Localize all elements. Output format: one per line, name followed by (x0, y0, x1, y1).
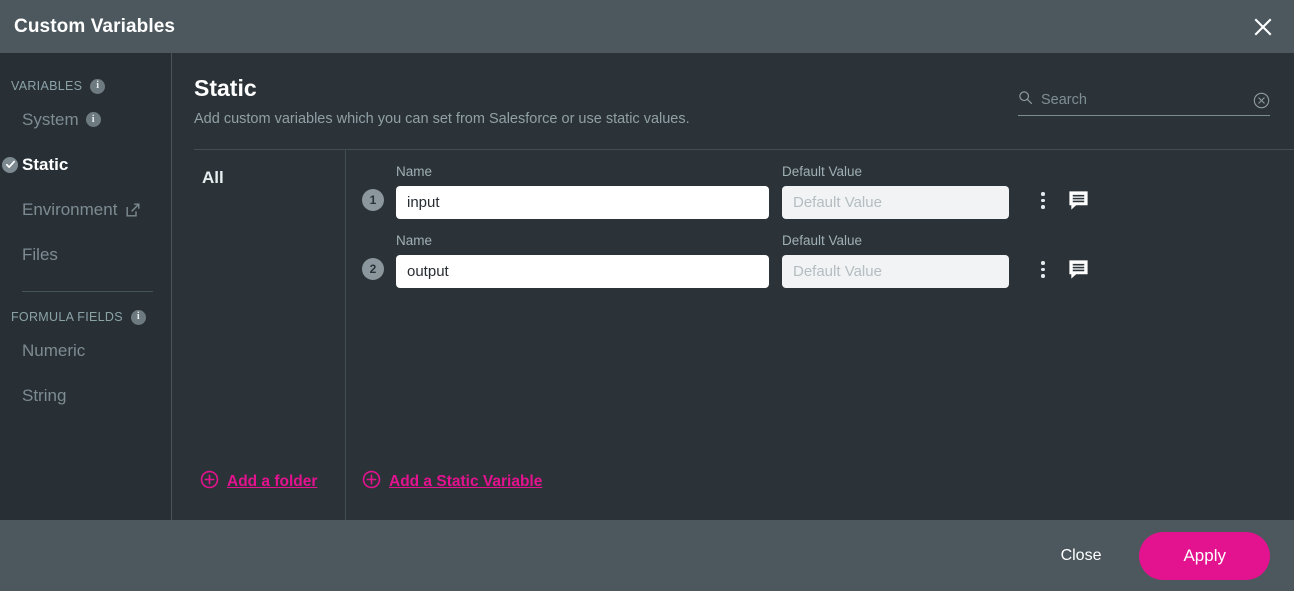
row-index-badge: 1 (362, 189, 384, 211)
add-static-variable-label: Add a Static Variable (389, 473, 542, 491)
name-field-group: Name (396, 233, 769, 288)
sidebar-group-formula-label: FORMULA FIELDS i (0, 306, 171, 328)
sidebar: VARIABLES i System i Static Environment (0, 53, 172, 520)
info-icon[interactable]: i (90, 79, 105, 94)
sidebar-group-formula-text: FORMULA FIELDS (11, 310, 123, 324)
dialog-title: Custom Variables (14, 16, 175, 38)
comment-icon[interactable] (1067, 189, 1090, 212)
sidebar-item-string[interactable]: String (0, 373, 171, 418)
row-index-badge: 2 (362, 258, 384, 280)
name-label: Name (396, 164, 769, 179)
folder-footer: Add a folder (194, 470, 345, 520)
plus-circle-icon (362, 470, 381, 494)
apply-button[interactable]: Apply (1139, 532, 1270, 580)
sidebar-item-files-label: Files (22, 245, 58, 265)
default-value-input[interactable] (782, 186, 1009, 219)
sidebar-group-variables-label: VARIABLES i (0, 75, 171, 97)
add-folder-button[interactable]: Add a folder (200, 470, 317, 494)
row-actions (1035, 258, 1090, 281)
sidebar-item-system-label: System (22, 110, 79, 130)
more-vertical-icon[interactable] (1035, 258, 1051, 281)
sidebar-item-environment-label: Environment (22, 200, 117, 220)
sidebar-item-numeric-label: Numeric (22, 341, 85, 361)
sidebar-item-numeric[interactable]: Numeric (0, 328, 171, 373)
dialog-footer: Close Apply (0, 520, 1294, 591)
info-icon[interactable]: i (86, 112, 101, 127)
search-input[interactable] (1041, 92, 1245, 108)
sidebar-group-variables-text: VARIABLES (11, 79, 82, 93)
more-vertical-icon[interactable] (1035, 189, 1051, 212)
folder-item-all[interactable]: All (194, 168, 345, 198)
sidebar-item-static-label: Static (22, 155, 68, 175)
variables-list: 1 Name Default Value (346, 150, 1294, 520)
default-field-group: Default Value (782, 164, 1009, 219)
close-icon[interactable] (1246, 10, 1280, 44)
custom-variables-dialog: Custom Variables VARIABLES i System i (0, 0, 1294, 591)
sidebar-item-system[interactable]: System i (0, 97, 171, 142)
default-value-input[interactable] (782, 255, 1009, 288)
name-field-group: Name (396, 164, 769, 219)
sidebar-item-string-label: String (22, 386, 66, 406)
close-button[interactable]: Close (1047, 537, 1116, 575)
info-icon[interactable]: i (131, 310, 146, 325)
search-icon (1018, 90, 1033, 110)
sidebar-divider (22, 291, 153, 292)
main-panel: Static Add custom variables which you ca… (172, 53, 1294, 520)
main-header: Static Add custom variables which you ca… (172, 53, 1294, 127)
name-label: Name (396, 233, 769, 248)
sidebar-item-static[interactable]: Static (0, 142, 171, 187)
default-value-label: Default Value (782, 233, 1009, 248)
sidebar-item-environment[interactable]: Environment (0, 187, 171, 232)
sidebar-item-files[interactable]: Files (0, 232, 171, 277)
add-static-variable-button[interactable]: Add a Static Variable (362, 470, 542, 494)
table-row: 1 Name Default Value (362, 164, 1294, 219)
plus-circle-icon (200, 470, 219, 494)
variables-footer: Add a Static Variable (362, 470, 1294, 520)
clear-circle-icon[interactable] (1253, 92, 1270, 109)
default-field-group: Default Value (782, 233, 1009, 288)
search-bar (1018, 90, 1270, 116)
dialog-body: VARIABLES i System i Static Environment (0, 53, 1294, 520)
name-input[interactable] (396, 186, 769, 219)
check-circle-icon (2, 157, 18, 173)
default-value-label: Default Value (782, 164, 1009, 179)
add-folder-label: Add a folder (227, 473, 317, 491)
row-actions (1035, 189, 1090, 212)
folder-column: All Add a folder (194, 150, 346, 520)
table-row: 2 Name Default Value (362, 233, 1294, 288)
external-link-icon (126, 203, 140, 217)
name-input[interactable] (396, 255, 769, 288)
comment-icon[interactable] (1067, 258, 1090, 281)
dialog-titlebar: Custom Variables (0, 0, 1294, 53)
content-area: All Add a folder (194, 149, 1294, 520)
